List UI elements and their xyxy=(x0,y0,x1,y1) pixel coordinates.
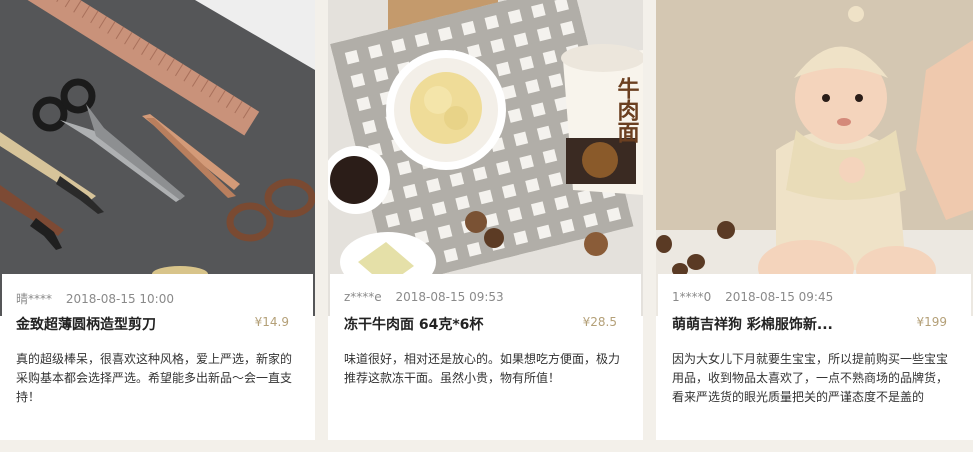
product-title[interactable]: 萌萌吉祥狗 彩棉服饰新... xyxy=(672,314,892,334)
reviewer-name: z****e xyxy=(344,290,382,304)
review-card-baby-clothing[interactable]: 1****0 2018-08-15 09:45 萌萌吉祥狗 彩棉服饰新... ¥… xyxy=(656,0,973,440)
review-comment: 真的超级棒呆，很喜欢这种风格，爱上严选，新家的采购基本都会选择严选。希望能多出新… xyxy=(16,352,293,404)
review-date: 2018-08-15 09:45 xyxy=(725,290,834,304)
product-title[interactable]: 金致超薄圆柄造型剪刀 xyxy=(16,314,236,334)
review-card-list: 晴**** 2018-08-15 10:00 金致超薄圆柄造型剪刀 ¥14.9 … xyxy=(0,0,973,440)
product-image-noodles[interactable]: 牛肉面 xyxy=(328,0,643,316)
product-image-scissors[interactable] xyxy=(0,0,315,316)
review-info: z****e 2018-08-15 09:53 冻干牛肉面 64克*6杯 ¥28… xyxy=(330,274,641,440)
cup-label: 牛肉面 xyxy=(614,76,640,144)
review-card-noodles[interactable]: 牛肉面 z****e 2018-08-15 09:53 冻干牛肉面 64克*6杯… xyxy=(328,0,643,440)
product-price: ¥28.5 xyxy=(582,315,617,329)
review-date: 2018-08-15 10:00 xyxy=(65,292,174,306)
review-comment: 因为大女儿下月就要生宝宝，所以提前购买一些宝宝用品，收到物品太喜欢了，一点不熟商… xyxy=(672,352,949,404)
page-background-strip xyxy=(0,440,973,452)
review-info: 1****0 2018-08-15 09:45 萌萌吉祥狗 彩棉服饰新... ¥… xyxy=(658,274,971,440)
product-image-baby-clothing[interactable] xyxy=(656,0,973,316)
review-card-scissors[interactable]: 晴**** 2018-08-15 10:00 金致超薄圆柄造型剪刀 ¥14.9 … xyxy=(0,0,315,440)
review-meta: z****e 2018-08-15 09:53 xyxy=(344,290,504,304)
review-info: 晴**** 2018-08-15 10:00 金致超薄圆柄造型剪刀 ¥14.9 … xyxy=(2,274,313,440)
reviewer-name: 1****0 xyxy=(672,290,712,304)
review-meta: 1****0 2018-08-15 09:45 xyxy=(672,290,833,304)
review-date: 2018-08-15 09:53 xyxy=(395,290,504,304)
reviewer-name: 晴**** xyxy=(16,292,53,306)
review-meta: 晴**** 2018-08-15 10:00 xyxy=(16,290,174,307)
product-price: ¥14.9 xyxy=(254,315,289,329)
review-comment: 味道很好，相对还是放心的。如果想吃方便面，极力推荐这款冻干面。虽然小贵，物有所值… xyxy=(344,352,621,385)
product-price: ¥199 xyxy=(916,315,947,329)
product-title[interactable]: 冻干牛肉面 64克*6杯 xyxy=(344,314,564,334)
